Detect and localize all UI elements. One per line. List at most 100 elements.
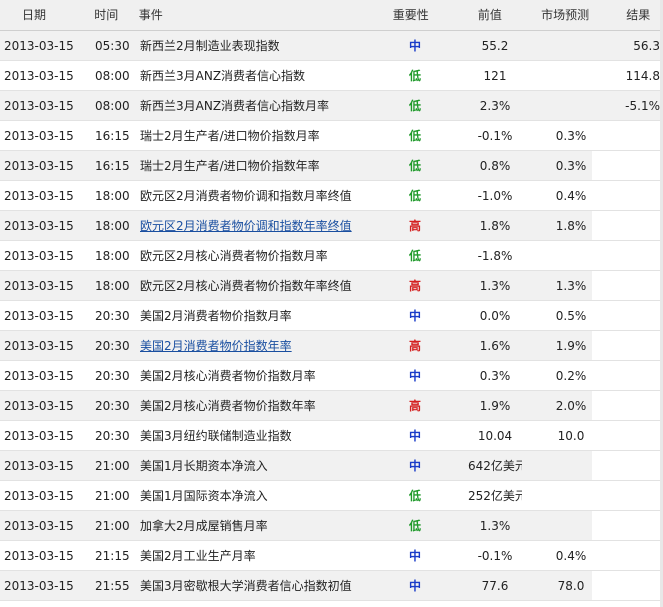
- cell-forecast: [522, 31, 620, 61]
- cell-event: 欧元区2月消费者物价调和指数月率终值: [140, 189, 352, 203]
- cell-event: 美国1月长期资本净流入: [140, 459, 268, 473]
- cell-event[interactable]: 欧元区2月消费者物价调和指数年率终值: [140, 211, 362, 241]
- cell-time: 16:15: [95, 159, 130, 173]
- cell-previous: 1.9%: [479, 399, 511, 413]
- cell-importance: 中: [408, 309, 421, 323]
- cell-previous: 2.3%: [479, 99, 511, 113]
- cell-previous: 642亿美元: [468, 459, 522, 473]
- cell-forecast: 0.3%: [555, 129, 587, 143]
- cell-date: 2013-03-15: [4, 69, 74, 83]
- cell-result: 56.3: [633, 39, 660, 53]
- cell-event: 美国2月核心消费者物价指数年率: [140, 399, 316, 413]
- cell-forecast: [522, 241, 620, 271]
- cell-time: 08:00: [95, 99, 130, 113]
- cell-time: 21:00: [95, 519, 130, 533]
- cell-event: 加拿大2月成屋销售月率: [140, 519, 268, 533]
- cell-importance: 中: [408, 549, 421, 563]
- cell-result: [620, 511, 660, 541]
- cell-date: 2013-03-15: [4, 249, 74, 263]
- cell-previous: 0.0%: [479, 309, 511, 323]
- cell-date: 2013-03-15: [4, 219, 74, 233]
- cell-date: 2013-03-15: [4, 129, 74, 143]
- cell-forecast: 1.3%: [555, 279, 587, 293]
- header-forecast: 市场预测: [541, 8, 590, 22]
- cell-time: 21:55: [95, 579, 130, 593]
- cell-date: 2013-03-15: [4, 429, 74, 443]
- cell-event: 新西兰3月ANZ消费者信心指数月率: [140, 99, 330, 113]
- cell-event: 欧元区2月核心消费者物价指数年率终值: [140, 279, 352, 293]
- cell-forecast: [522, 481, 620, 511]
- table-row: 2013-03-15 18:00 欧元区2月消费者物价调和指数月率终值 低 -1.0% 0…: [0, 181, 663, 211]
- table-row: 2013-03-15 20:30 美国2月核心消费者物价指数月率 中 0.3% 0.2%: [0, 361, 663, 391]
- event-link[interactable]: 美国2月消费者物价指数年率: [140, 339, 292, 353]
- table-row: 2013-03-15 05:30 新西兰2月制造业表现指数 中 55.2 56.3: [0, 31, 663, 61]
- cell-forecast: 78.0: [557, 579, 585, 593]
- cell-previous: 1.8%: [479, 219, 511, 233]
- cell-previous: 10.04: [477, 429, 513, 443]
- table-row: 2013-03-15 18:00 欧元区2月核心消费者物价指数月率 低 -1.8%: [0, 241, 663, 271]
- cell-date: 2013-03-15: [4, 339, 74, 353]
- header-result: 结果: [626, 8, 651, 22]
- table-row: 2013-03-15 21:15 美国2月工业生产月率 中 -0.1% 0.4%: [0, 541, 663, 571]
- cell-previous: 55.2: [481, 39, 509, 53]
- table-row: 2013-03-15 16:15 瑞士2月生产者/进口物价指数月率 低 -0.1% 0.3…: [0, 121, 663, 151]
- table-row: 2013-03-15 21:55 美国3月密歇根大学消费者信心指数初值 中 77.6 78…: [0, 571, 663, 601]
- cell-date: 2013-03-15: [4, 159, 74, 173]
- event-link[interactable]: 欧元区2月消费者物价调和指数年率终值: [140, 219, 352, 233]
- cell-result: [620, 421, 660, 451]
- cell-importance: 高: [408, 279, 421, 293]
- cell-event[interactable]: 美国2月消费者物价指数年率: [140, 331, 362, 361]
- cell-date: 2013-03-15: [4, 399, 74, 413]
- economic-calendar-table: 日期 时间 事件 重要性 前值 市场预测 结果 2013-03-15 05:30 新…: [0, 0, 663, 601]
- table-row: 2013-03-15 21:00 加拿大2月成屋销售月率 低 1.3%: [0, 511, 663, 541]
- cell-previous: 1.6%: [479, 339, 511, 353]
- cell-previous: -1.8%: [477, 249, 513, 263]
- cell-forecast: 0.4%: [555, 549, 587, 563]
- table-row: 2013-03-15 08:00 新西兰3月ANZ消费者信心指数月率 低 2.3% -5.…: [0, 91, 663, 121]
- cell-time: 21:00: [95, 489, 130, 503]
- cell-time: 20:30: [95, 369, 130, 383]
- table-row: 2013-03-15 20:30 美国3月纽约联储制造业指数 中 10.04 10.0: [0, 421, 663, 451]
- cell-time: 20:30: [95, 399, 130, 413]
- cell-importance: 高: [408, 219, 421, 233]
- cell-importance: 高: [408, 399, 421, 413]
- cell-date: 2013-03-15: [4, 459, 74, 473]
- cell-importance: 低: [408, 249, 421, 263]
- cell-forecast: 10.0: [557, 429, 585, 443]
- cell-result: [620, 361, 660, 391]
- cell-importance: 中: [408, 369, 421, 383]
- cell-importance: 低: [408, 99, 421, 113]
- cell-previous: 1.3%: [479, 519, 511, 533]
- cell-result: [620, 541, 660, 571]
- cell-date: 2013-03-15: [4, 309, 74, 323]
- cell-result: [620, 211, 660, 241]
- cell-time: 18:00: [95, 189, 130, 203]
- table-row: 2013-03-15 16:15 瑞士2月生产者/进口物价指数年率 低 0.8% 0.3%: [0, 151, 663, 181]
- cell-previous: 0.3%: [479, 369, 511, 383]
- table-body: 2013-03-15 05:30 新西兰2月制造业表现指数中 55.2 56.3 2013…: [0, 31, 663, 601]
- cell-event: 瑞士2月生产者/进口物价指数年率: [140, 159, 320, 173]
- cell-result: [620, 481, 660, 511]
- cell-event: 欧元区2月核心消费者物价指数月率: [140, 249, 328, 263]
- header-event: 事件: [138, 8, 163, 22]
- cell-result: [620, 391, 660, 421]
- cell-result: [620, 181, 660, 211]
- cell-date: 2013-03-15: [4, 99, 74, 113]
- cell-date: 2013-03-15: [4, 189, 74, 203]
- cell-forecast: 1.9%: [555, 339, 587, 353]
- cell-event: 美国3月密歇根大学消费者信心指数初值: [140, 579, 352, 593]
- cell-previous: -1.0%: [477, 189, 513, 203]
- header-date: 日期: [22, 8, 47, 22]
- cell-result: 114.8: [625, 69, 660, 83]
- cell-time: 18:00: [95, 249, 130, 263]
- cell-previous: -0.1%: [477, 549, 513, 563]
- cell-importance: 低: [408, 489, 421, 503]
- cell-previous: -0.1%: [477, 129, 513, 143]
- cell-importance: 低: [408, 129, 421, 143]
- cell-time: 21:15: [95, 549, 130, 563]
- cell-previous: 77.6: [481, 579, 509, 593]
- table-row: 2013-03-15 18:00 欧元区2月消费者物价调和指数年率终值 高 1.8% 1.…: [0, 211, 663, 241]
- cell-forecast: 1.8%: [555, 219, 587, 233]
- cell-time: 20:30: [95, 429, 130, 443]
- cell-forecast: 0.4%: [555, 189, 587, 203]
